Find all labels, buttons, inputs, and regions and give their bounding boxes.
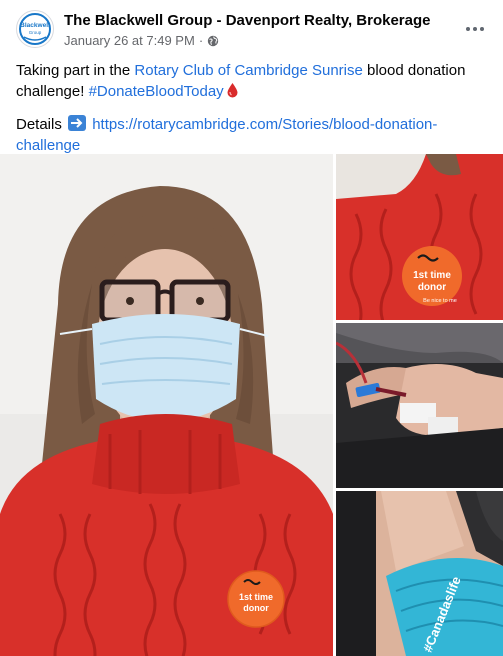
right-arrow-icon bbox=[68, 115, 87, 131]
photo-selfie[interactable]: 1st time donor bbox=[0, 154, 333, 656]
post-header: Blackwell Group The Blackwell Group - Da… bbox=[0, 0, 503, 56]
post-message: Taking part in the Rotary Club of Cambri… bbox=[16, 60, 486, 156]
details-label: Details bbox=[16, 116, 62, 133]
photo-sticker-closeup[interactable]: 1st time donor Be nice to me bbox=[336, 154, 503, 320]
bandaged-arm-image: #Canadaslife bbox=[336, 491, 503, 656]
page-avatar[interactable]: Blackwell Group bbox=[16, 10, 54, 48]
hashtag-link[interactable]: #DonateBloodToday bbox=[89, 83, 224, 100]
photo-bandaged-arm[interactable]: #Canadaslife bbox=[336, 491, 503, 656]
details-line: Details https://rotarycambridge.com/Stor… bbox=[16, 114, 486, 156]
post-timestamp[interactable]: January 26 at 7:49 PM bbox=[64, 33, 195, 48]
closeup-sticker-line2: donor bbox=[418, 282, 446, 293]
closeup-sticker-line1: 1st time bbox=[413, 270, 451, 281]
post-meta: January 26 at 7:49 PM · bbox=[64, 33, 219, 48]
page-name-link[interactable]: The Blackwell Group - Davenport Realty, … bbox=[64, 12, 431, 29]
photo-donation-arm[interactable] bbox=[336, 323, 503, 488]
message-intro: Taking part in the bbox=[16, 62, 135, 79]
more-icon[interactable] bbox=[463, 17, 487, 41]
facebook-post: Blackwell Group The Blackwell Group - Da… bbox=[0, 0, 503, 656]
selfie-image: 1st time donor bbox=[0, 154, 333, 656]
meta-separator: · bbox=[198, 33, 204, 48]
blood-drop-icon bbox=[227, 83, 238, 98]
sticker-text-line2: donor bbox=[243, 603, 269, 613]
closeup-sticker-line3: Be nice to me bbox=[423, 298, 457, 304]
photo-grid: 1st time donor 1st time donor Be nice to… bbox=[0, 154, 503, 656]
sticker-text-line1: 1st time bbox=[239, 592, 273, 602]
avatar-logo-icon bbox=[19, 13, 51, 45]
globe-icon[interactable] bbox=[207, 35, 219, 47]
avatar-subtext: Group bbox=[28, 30, 42, 35]
post-message-line: Taking part in the Rotary Club of Cambri… bbox=[16, 60, 486, 102]
sticker-closeup-image: 1st time donor Be nice to me bbox=[336, 154, 503, 320]
donation-arm-image bbox=[336, 323, 503, 488]
rotary-club-link[interactable]: Rotary Club of Cambridge Sunrise bbox=[134, 62, 362, 79]
avatar-text: Blackwell bbox=[20, 22, 50, 29]
